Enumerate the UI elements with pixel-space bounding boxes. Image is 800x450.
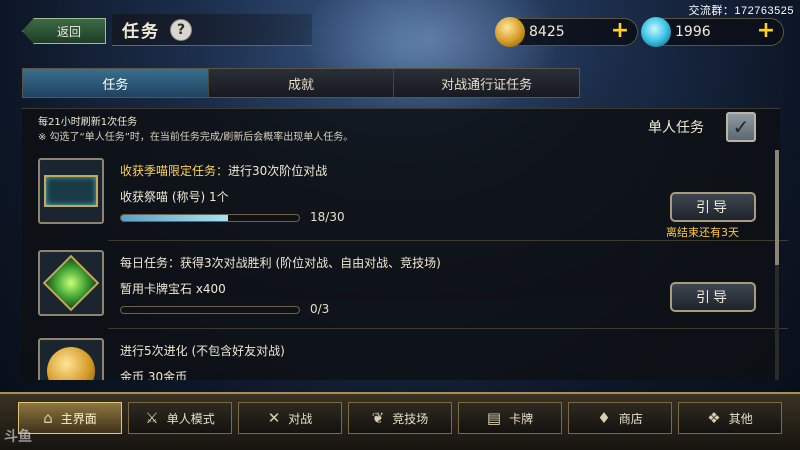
task-name: 进行5次进化 (不包含好友对战) (120, 344, 285, 358)
divider (108, 328, 788, 329)
guide-button[interactable]: 引导 (670, 192, 756, 222)
group-watermark: 交流群：172763525 (688, 5, 794, 17)
frame-icon (38, 158, 104, 224)
nav-cards[interactable]: ▤ 卡牌 (458, 402, 562, 434)
task-item: 收获季喵限定任务：进行30次阶位对战 收获祭喵 (称号) 1个 18/30 引导… (38, 158, 788, 241)
home-icon: ⌂ (43, 409, 53, 427)
gold-currency: 8425 + (495, 17, 638, 47)
task-item: 每日任务：获得3次对战胜利 (阶位对战、自由对战、竞技场) 暂用卡牌宝石 x40… (38, 250, 788, 330)
laurel-icon: ❦ (371, 409, 385, 427)
gold-coin-icon (495, 17, 525, 47)
nav-shop[interactable]: ♦ 商店 (568, 402, 672, 434)
tab-battle-pass-tasks[interactable]: 对战通行证任务 (394, 69, 579, 97)
gem-amount: 1996 (675, 24, 711, 40)
task-progress-bar (120, 306, 300, 314)
nav-other[interactable]: ❖ 其他 (678, 402, 782, 434)
tab-tasks[interactable]: 任务 (23, 69, 209, 97)
other-icon: ❖ (707, 409, 721, 427)
cards-icon: ▤ (486, 409, 502, 427)
refresh-note: 每21小时刷新1次任务 (38, 117, 138, 128)
task-scrollbar[interactable] (775, 150, 779, 380)
coin-stack-icon (38, 338, 104, 380)
hint-note: ※ 勾选了“单人任务”时，在当前任务完成/刷新后会概率出现单人任务。 (38, 132, 354, 143)
shop-icon: ♦ (597, 409, 611, 427)
green-gem-icon (38, 250, 104, 316)
gem-currency: 1996 + (641, 17, 784, 47)
guide-button[interactable]: 引导 (670, 282, 756, 312)
task-progress-count: 0/3 (310, 302, 330, 316)
tab-achievements[interactable]: 成就 (209, 69, 395, 97)
task-progress-count: 18/30 (310, 210, 345, 224)
task-item: 进行5次进化 (不包含好友对战) 金币 30金币 (38, 338, 768, 380)
sword-icon: ⚔ (145, 409, 159, 427)
stream-brand-logo: 斗鱼 (4, 429, 32, 445)
divider (108, 240, 788, 241)
title-bar: 任务 ? (112, 14, 312, 46)
nav-battle[interactable]: ✕ 对战 (238, 402, 342, 434)
help-icon[interactable]: ? (170, 18, 192, 41)
add-gold-button[interactable]: + (609, 20, 631, 43)
task-reward: 暂用卡牌宝石 x400 (120, 282, 226, 296)
task-name: 每日任务：获得3次对战胜利 (阶位对战、自由对战、竞技场) (120, 256, 441, 270)
page-title: 任务 (122, 22, 160, 42)
task-reward: 收获祭喵 (称号) 1个 (120, 190, 229, 204)
nav-home[interactable]: ⌂ 主界面 (18, 402, 122, 434)
add-gem-button[interactable]: + (755, 20, 777, 43)
task-expire-note: 离结束还有3天 (666, 226, 739, 239)
blue-gem-icon (641, 17, 671, 47)
crossed-swords-icon: ✕ (267, 409, 281, 427)
task-reward: 金币 30金币 (120, 370, 188, 380)
nav-arena[interactable]: ❦ 竞技场 (348, 402, 452, 434)
checkmark-icon: ✓ (732, 115, 750, 139)
back-button[interactable]: 返回 (22, 18, 106, 44)
solo-task-label: 单人任务 (648, 120, 704, 136)
task-progress-bar (120, 214, 300, 222)
task-tabs: 任务 成就 对战通行证任务 (22, 68, 580, 98)
bottom-nav: ⌂ 主界面 ⚔ 单人模式 ✕ 对战 ❦ 竞技场 ▤ 卡牌 ♦ 商店 ❖ 其他 (0, 392, 800, 450)
solo-task-checkbox[interactable]: ✓ (726, 112, 756, 142)
gold-amount: 8425 (529, 24, 565, 40)
nav-solo-mode[interactable]: ⚔ 单人模式 (128, 402, 232, 434)
task-name: 收获季喵限定任务：进行30次阶位对战 (120, 164, 328, 178)
